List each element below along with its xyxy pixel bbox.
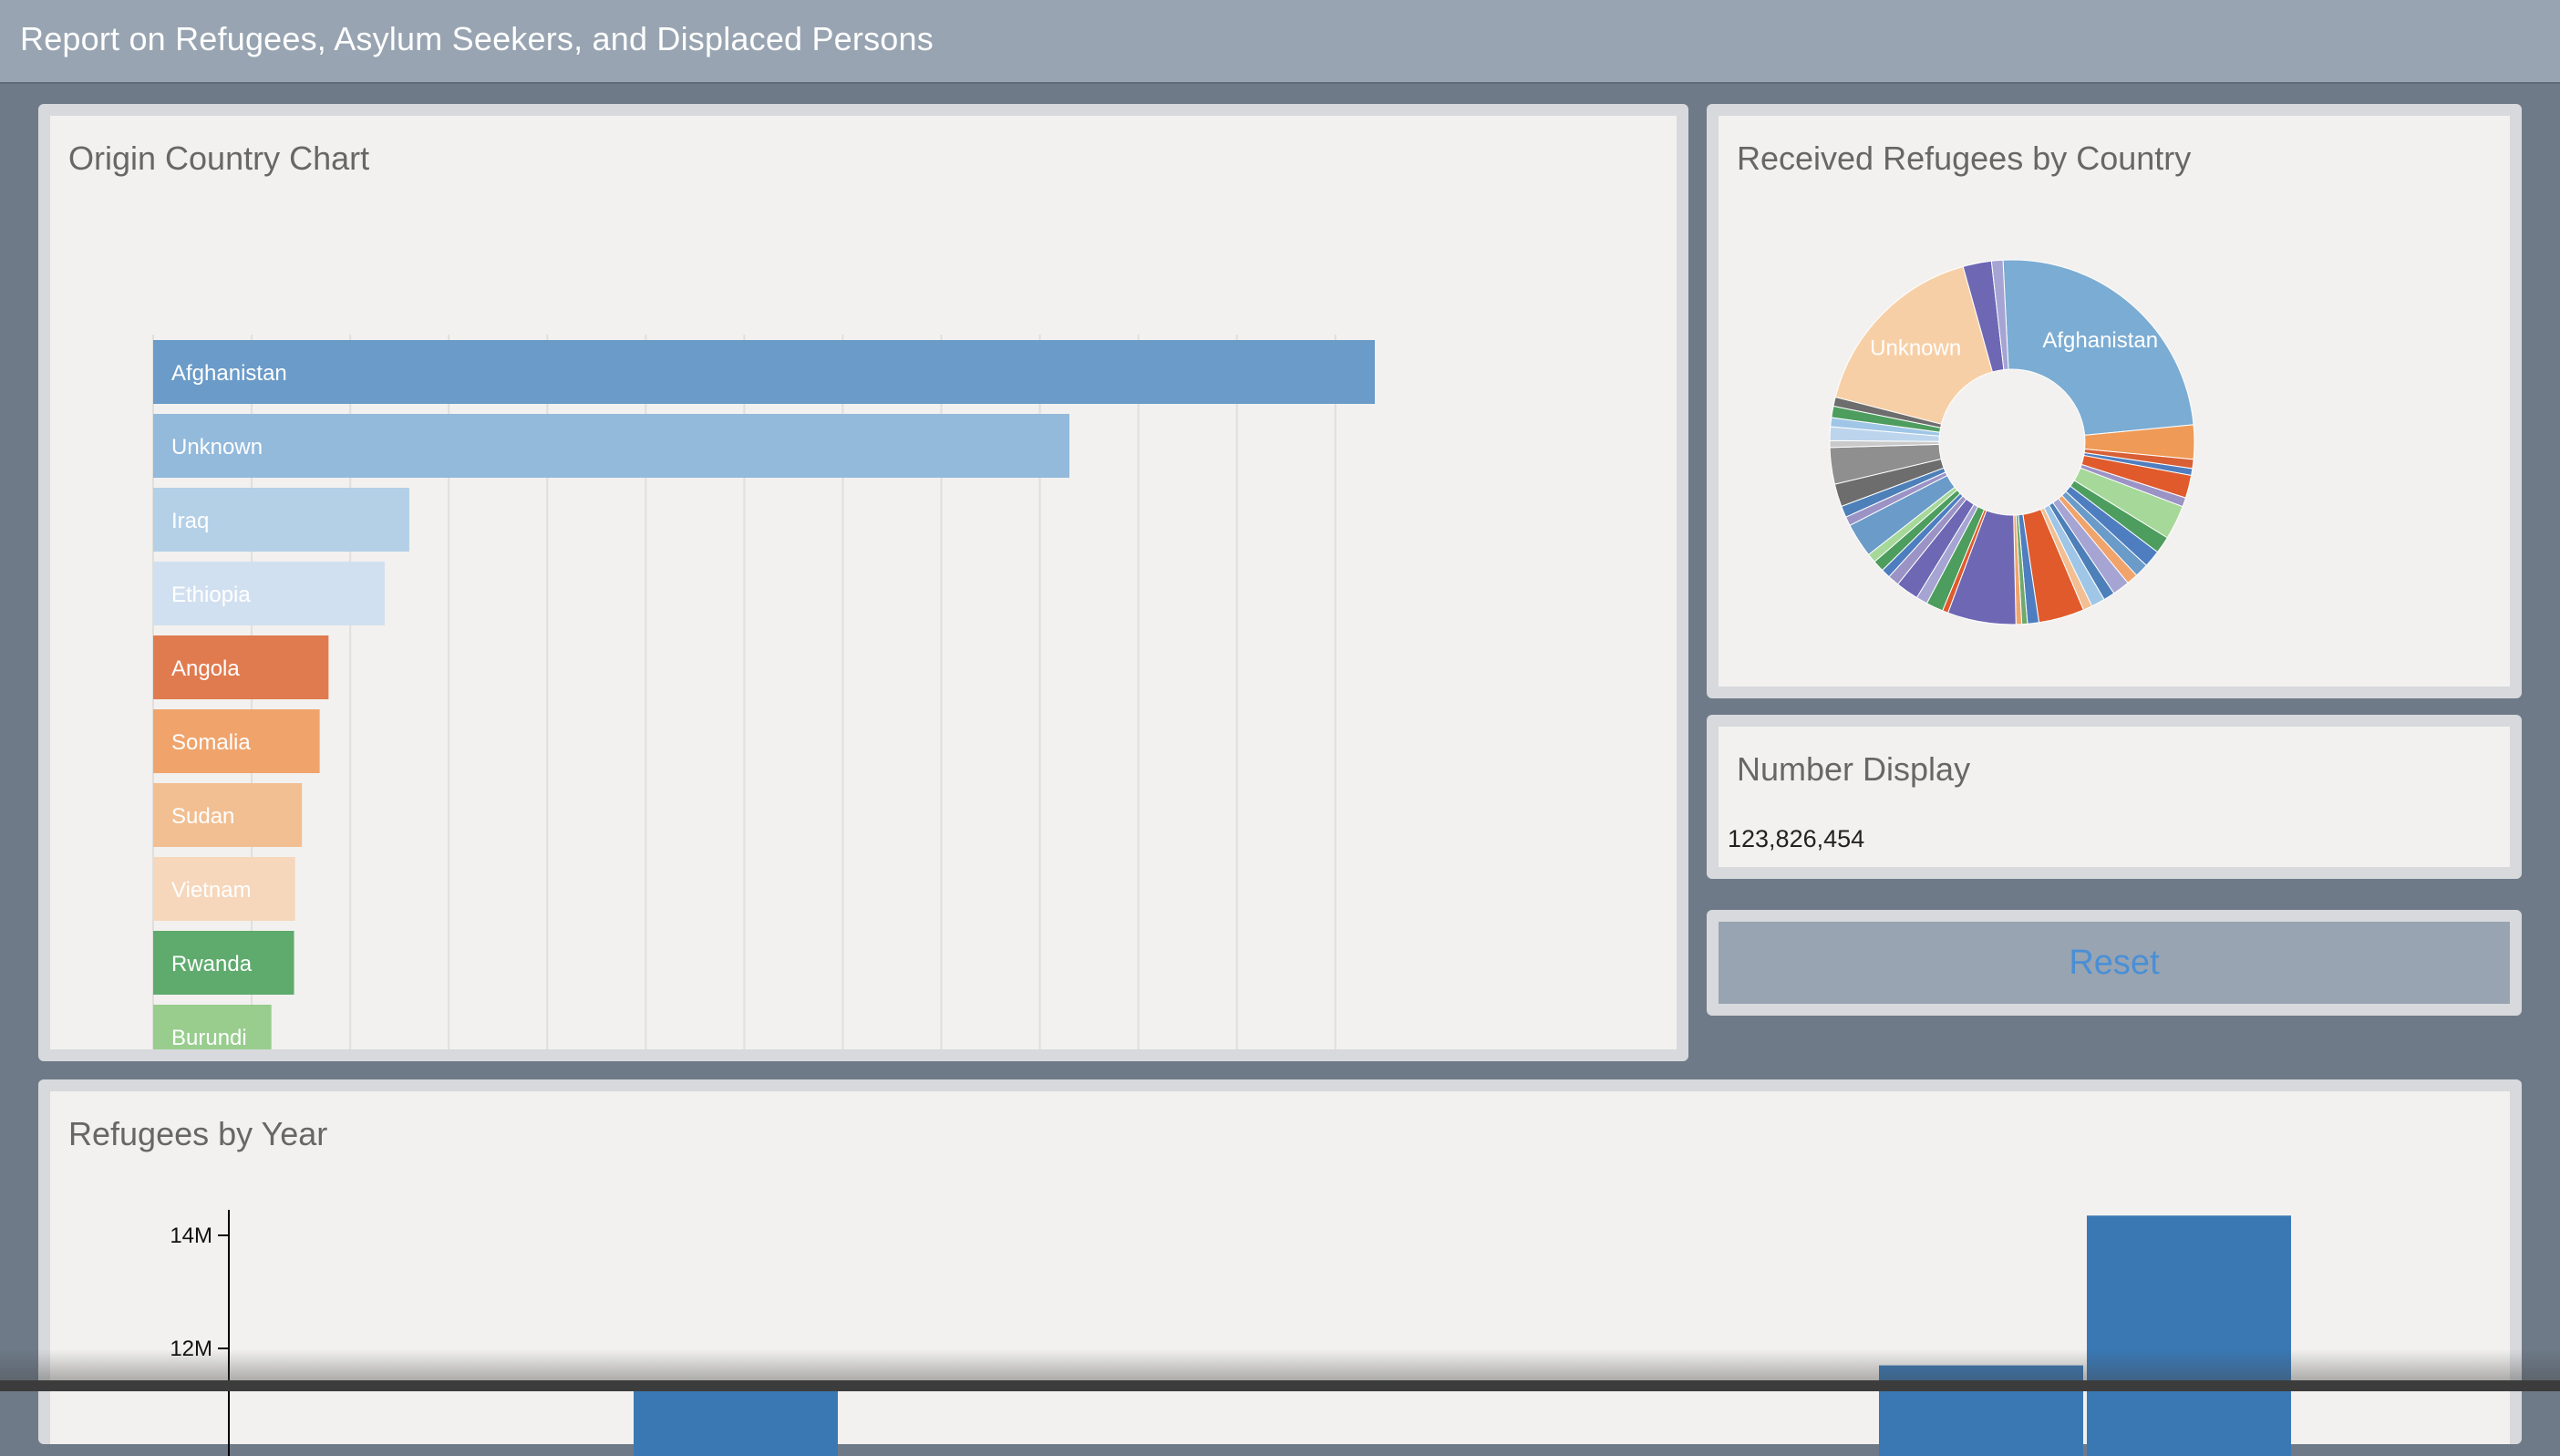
received-refugees-panel: Received Refugees by Country Afghanistan… [1707, 104, 2522, 698]
bar-label-rwanda: Rwanda [171, 952, 253, 976]
app-header: Report on Refugees, Asylum Seekers, and … [0, 0, 2560, 84]
bar-label-unknown: Unknown [171, 435, 263, 460]
origin-country-chart[interactable]: Afghanistan Unknown Iraq Ethiopia Angola Soma… [50, 116, 1677, 1049]
number-display-title: Number Display [1737, 750, 1971, 788]
total-count: 123,826,454 [1728, 825, 1865, 852]
bar-label-iraq: Iraq [171, 509, 209, 533]
bar-label-angola: Angola [171, 656, 240, 681]
refugees-by-year-chart[interactable]: 12M14M [50, 1091, 2510, 1456]
bar-label-vietnam: Vietnam [171, 878, 252, 903]
pie-label-afghanistan: Afghanistan [2042, 328, 2158, 353]
bar-label-burundi: Burundi [171, 1026, 247, 1049]
bar-label-somalia: Somalia [171, 730, 251, 755]
received-refugees-chart[interactable]: Afghanistan Unknown [1719, 116, 2510, 687]
reset-panel: Reset [1707, 910, 2522, 1016]
bar-unknown [153, 414, 1069, 478]
year-bar-2 [2087, 1215, 2291, 1456]
year-bar-0 [634, 1385, 838, 1456]
number-display-panel: Number Display 123,826,454 [1707, 715, 2522, 879]
pie-label-unknown: Unknown [1870, 336, 1961, 361]
page-title: Report on Refugees, Asylum Seekers, and … [20, 20, 934, 57]
origin-country-panel: Origin Country Chart Afghanistan Unknown I… [38, 104, 1688, 1061]
bottom-edge [0, 1380, 2560, 1391]
bar-label-afghanistan: Afghanistan [171, 361, 287, 386]
y-tick-label-1: 14M [170, 1224, 212, 1248]
reset-button[interactable]: Reset [1719, 922, 2510, 1004]
bar-label-sudan: Sudan [171, 804, 234, 829]
bar-afghanistan [153, 340, 1375, 404]
bar-label-ethiopia: Ethiopia [171, 583, 251, 607]
